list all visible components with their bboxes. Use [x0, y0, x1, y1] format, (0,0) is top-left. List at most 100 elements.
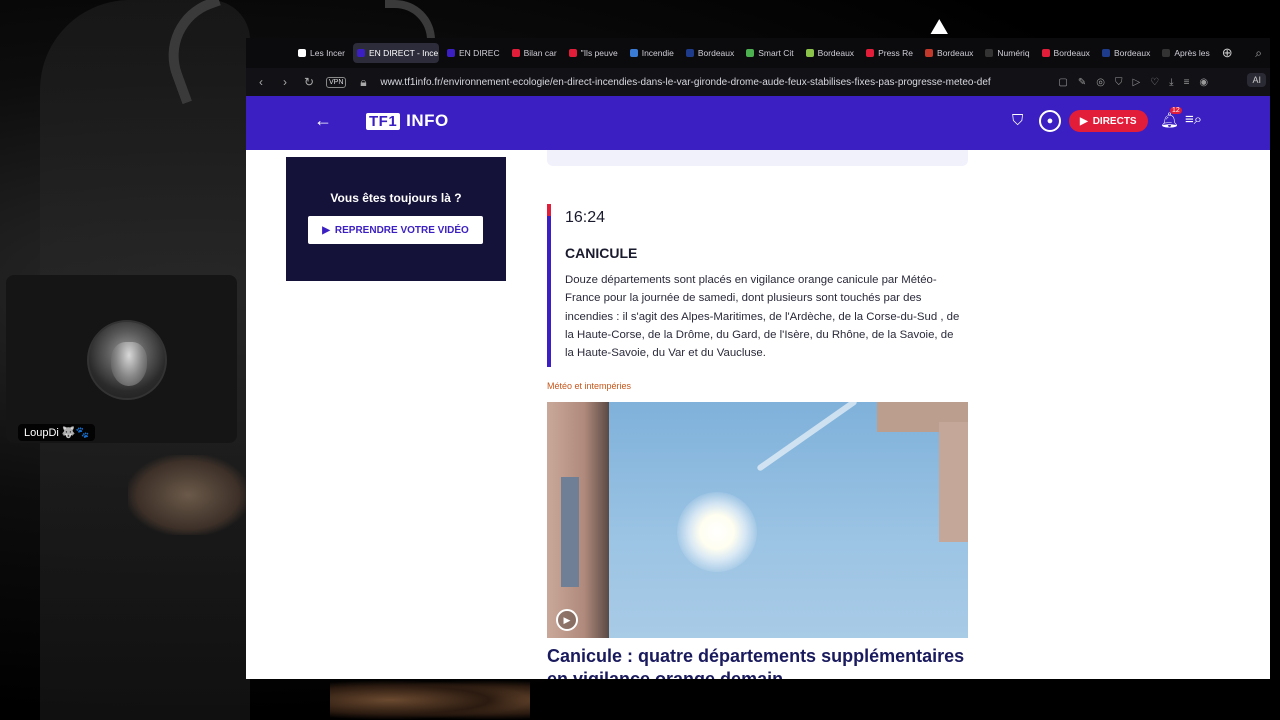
tab-favicon-icon — [568, 49, 577, 57]
article-image[interactable]: ▶ — [547, 402, 968, 638]
tab-label: Les Incer — [310, 48, 345, 58]
tab-label: Smart Cit — [758, 48, 794, 58]
contrail — [756, 402, 858, 472]
tab-label: Press Re — [878, 48, 914, 58]
browser-tab[interactable]: Incendie — [626, 43, 678, 63]
tab-favicon-icon — [746, 49, 755, 57]
tab-favicon-icon — [511, 49, 520, 57]
live-entry: 16:24 CANICULE Douze départements sont p… — [547, 204, 968, 367]
tab-favicon-icon — [298, 49, 306, 57]
tab-favicon-icon — [1162, 49, 1171, 57]
video-card-title: Vous êtes toujours là ? — [330, 191, 462, 205]
url-field[interactable]: www.tf1info.fr/environnement-ecologie/en… — [380, 77, 1040, 88]
tab-label: Bordeaux — [697, 48, 735, 58]
tab-favicon-icon — [925, 49, 934, 57]
tab-label: Bilan car — [523, 48, 557, 58]
tab-label: Après les — [1174, 48, 1210, 58]
directs-button[interactable]: ▶ DIRECTS — [1069, 110, 1148, 132]
video-resume-card: Vous êtes toujours là ? ▶ REPRENDRE VOTR… — [286, 157, 506, 281]
shield-icon[interactable]: ⛉ — [1115, 77, 1123, 88]
browser-tab[interactable]: EN DIRECT - Ince — [352, 43, 439, 63]
download-icon[interactable]: ⤓ — [1169, 77, 1173, 88]
resume-video-label: REPRENDRE VOTRE VIDÉO — [334, 224, 469, 236]
tab-favicon-icon — [805, 49, 814, 57]
site-header: ← TF1 INFO ⛉ ● ▶ DIRECTS 🔔︎ 12 ≡⌕ — [246, 96, 1270, 150]
browser-tab[interactable]: Press Re — [862, 43, 917, 63]
tab-favicon-icon — [1101, 49, 1110, 57]
desktop-stage: ⛰ LoupDi 🐺🐾 Les Incer EN DIRECT - Ince EN … — [0, 0, 1280, 720]
back-nav-icon[interactable]: ‹ — [254, 75, 268, 89]
menu-icon[interactable]: ≡ — [1184, 77, 1190, 88]
bookmark-icon[interactable]: ⛉ — [1012, 112, 1023, 129]
notification-badge: 12 — [1170, 107, 1182, 114]
building-right-wall — [939, 422, 968, 542]
account-icon[interactable]: ● — [1039, 110, 1061, 132]
tab-label: EN DIREC — [458, 48, 500, 58]
directs-label: DIRECTS — [1092, 115, 1137, 127]
tab-label: "Ils peuve — [580, 48, 618, 58]
play-icon[interactable]: ▷ — [1132, 77, 1140, 88]
ai-button[interactable]: AI — [1247, 73, 1266, 87]
wolf-avatar — [87, 320, 167, 400]
new-tab-button[interactable]: ⊕ — [1222, 45, 1233, 61]
lock-icon: 🔒︎ — [360, 74, 367, 89]
tab-bar: Les Incer EN DIRECT - Ince EN DIREC Bilan c… — [246, 38, 1270, 68]
tab-label: EN DIRECT - Ince — [368, 48, 439, 58]
article-title[interactable]: Canicule : quatre départements supplémen… — [547, 645, 968, 679]
vpn-badge[interactable]: VPN — [326, 76, 347, 88]
browser-tab[interactable]: Smart Cit — [742, 43, 797, 63]
play-icon: ▶ — [1080, 115, 1088, 127]
camera-icon[interactable]: ◎ — [1096, 77, 1105, 88]
entry-time: 16:24 — [565, 209, 606, 226]
edit-icon[interactable]: ✎ — [1078, 77, 1086, 88]
building-window — [561, 477, 579, 587]
menu-search-icon[interactable]: ≡⌕ — [1185, 111, 1202, 128]
tab-label: Bordeaux — [1113, 48, 1151, 58]
video-play-icon[interactable]: ▶ — [556, 609, 578, 631]
tab-favicon-icon — [446, 49, 455, 57]
entry-accent-bar — [547, 204, 551, 367]
tab-label: Bordeaux — [1053, 48, 1090, 58]
webcam-username: LoupDi 🐺🐾 — [18, 424, 96, 441]
reload-icon[interactable]: ↻ — [302, 75, 316, 89]
address-bar-tools: ▢ ✎ ◎ ⛉ ▷ ♡ ⤓ ≡ ◉ — [1058, 77, 1208, 88]
reader-icon[interactable]: ▢ — [1058, 77, 1067, 88]
entry-title: CANICULE — [565, 245, 638, 261]
tab-favicon-icon — [866, 49, 875, 57]
browser-tab[interactable]: Bordeaux — [682, 43, 738, 63]
tf1-info-logo[interactable]: TF1 INFO — [366, 111, 449, 131]
background-wolf-icon: ⛰ — [930, 14, 949, 39]
browser-tab[interactable]: Bordeaux — [1038, 43, 1094, 63]
browser-tab[interactable]: Numériq — [981, 43, 1033, 63]
entry-text: Douze départements sont placés en vigila… — [565, 274, 960, 360]
tab-favicon-icon — [985, 49, 994, 57]
browser-tab[interactable]: Bordeaux — [921, 43, 977, 63]
tab-label: Bordeaux — [817, 48, 855, 58]
browser-tab[interactable]: EN DIREC — [443, 43, 504, 63]
browser-tab[interactable]: Bordeaux — [802, 43, 858, 63]
tab-label: Bordeaux — [937, 48, 974, 58]
background-hands-bottom — [330, 680, 530, 720]
logo-tf1: TF1 — [366, 112, 401, 130]
background-horn-right — [385, 0, 435, 40]
browser-tab[interactable]: Après les — [1158, 43, 1213, 63]
sun — [677, 492, 757, 572]
webcam-overlay: LoupDi 🐺🐾 — [6, 275, 237, 443]
forward-nav-icon[interactable]: › — [278, 75, 292, 89]
browser-tab[interactable]: Bilan car — [508, 43, 561, 63]
resume-video-button[interactable]: ▶ REPRENDRE VOTRE VIDÉO — [308, 216, 483, 244]
page-content: Vous êtes toujours là ? ▶ REPRENDRE VOTR… — [246, 150, 1270, 679]
article-category[interactable]: Météo et intempéries — [547, 381, 631, 391]
heart-icon[interactable]: ♡ — [1150, 77, 1159, 88]
previous-card — [547, 150, 968, 166]
address-bar: ‹ › ↻ VPN 🔒︎ www.tf1info.fr/environnemen… — [246, 68, 1270, 96]
play-icon: ▶ — [322, 224, 330, 236]
back-arrow-icon[interactable]: ← — [314, 110, 332, 131]
browser-tab[interactable]: Les Incer — [294, 43, 349, 63]
profile-icon[interactable]: ◉ — [1199, 77, 1208, 88]
background-hand — [128, 455, 248, 535]
tab-search-icon[interactable]: ⌕ — [1255, 46, 1262, 61]
browser-tab[interactable]: "Ils peuve — [565, 43, 622, 63]
browser-tab[interactable]: Bordeaux — [1098, 43, 1154, 63]
browser-window: Les Incer EN DIRECT - Ince EN DIREC Bilan c… — [246, 38, 1270, 679]
